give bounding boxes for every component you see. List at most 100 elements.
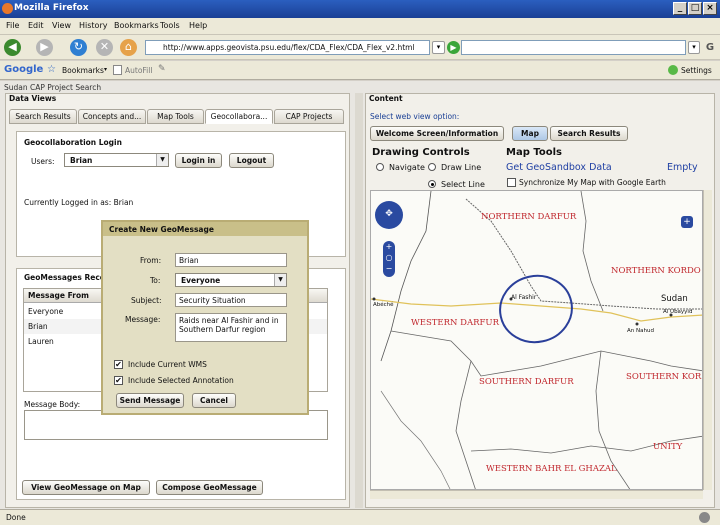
map-vertical-scrollbar[interactable] bbox=[703, 190, 712, 490]
pencil-icon[interactable]: ✎ bbox=[158, 64, 166, 74]
layer-switcher-icon[interactable]: + bbox=[681, 216, 693, 228]
sync-checkbox[interactable] bbox=[507, 178, 516, 187]
tab-cap-projects[interactable]: CAP Projects bbox=[274, 109, 344, 124]
tab-search-results[interactable]: Search Results bbox=[9, 109, 77, 124]
draw-line-radio[interactable] bbox=[428, 163, 436, 171]
to-select-value: Everyone bbox=[181, 276, 221, 285]
reload-icon[interactable]: ↻ bbox=[70, 39, 87, 56]
title-bar: Mozilla Firefox _ □ × bbox=[0, 0, 720, 18]
label-an-nahud: An Nahud bbox=[627, 328, 654, 334]
subject-field[interactable]: Security Situation bbox=[175, 293, 287, 307]
users-select[interactable]: Brian ▼ bbox=[64, 153, 169, 167]
panel-divider[interactable] bbox=[355, 93, 363, 508]
menu-edit[interactable]: Edit bbox=[28, 21, 44, 30]
state-border bbox=[380, 390, 451, 489]
include-wms-checkbox[interactable]: ✔ bbox=[114, 360, 123, 369]
label-unity: UNITY bbox=[653, 442, 683, 452]
select-line-label: Select Line bbox=[441, 180, 485, 189]
autofill-icon bbox=[113, 65, 122, 75]
star-icon[interactable]: ☆ bbox=[47, 64, 56, 75]
google-toolbar: Google ☆ Bookmarks ▾ AutoFill ✎ Settings bbox=[0, 61, 720, 80]
stop-icon[interactable]: ✕ bbox=[96, 39, 113, 56]
login-title: Geocollaboration Login bbox=[24, 138, 122, 147]
tab-map-tools[interactable]: Map Tools bbox=[147, 109, 204, 124]
login-status: Currently Logged in as: Brian bbox=[24, 198, 134, 207]
navigate-label: Navigate bbox=[389, 163, 425, 172]
cancel-button[interactable]: Cancel bbox=[192, 393, 236, 408]
include-annotation-label: Include Selected Annotation bbox=[128, 376, 234, 385]
home-icon[interactable]: ⌂ bbox=[120, 39, 137, 56]
login-button[interactable]: Login in bbox=[175, 153, 222, 168]
send-message-button[interactable]: Send Message bbox=[116, 393, 184, 408]
url-dropdown-icon[interactable]: ▾ bbox=[432, 41, 445, 54]
state-border bbox=[455, 360, 476, 489]
app-title: Sudan CAP Project Search bbox=[4, 83, 102, 92]
empty-link[interactable]: Empty bbox=[667, 162, 698, 173]
select-line-radio[interactable] bbox=[428, 180, 436, 188]
map-svg: NORTHERN DARFUR NORTHERN KORDO WESTERN D… bbox=[371, 191, 702, 489]
label-west-darfur: WESTERN DARFUR bbox=[411, 318, 500, 328]
maximize-button[interactable]: □ bbox=[688, 2, 702, 15]
google-logo: Google bbox=[4, 64, 44, 75]
close-button[interactable]: × bbox=[703, 2, 717, 15]
compose-geomessage-button[interactable]: Compose GeoMessage bbox=[156, 480, 263, 495]
welcome-screen-button[interactable]: Welcome Screen/Information bbox=[370, 126, 504, 141]
logout-button[interactable]: Logout bbox=[229, 153, 274, 168]
map-view[interactable]: NORTHERN DARFUR NORTHERN KORDO WESTERN D… bbox=[370, 190, 703, 490]
tab-concepts[interactable]: Concepts and... bbox=[78, 109, 146, 124]
from-field[interactable]: Brian bbox=[175, 253, 287, 267]
search-input[interactable] bbox=[461, 40, 686, 55]
data-views-title: Data Views bbox=[9, 94, 57, 103]
state-border bbox=[580, 191, 604, 312]
to-select[interactable]: Everyone ▼ bbox=[175, 273, 287, 287]
label-north-kordofan: NORTHERN KORDO bbox=[611, 266, 701, 276]
view-geomessage-button[interactable]: View GeoMessage on Map bbox=[22, 480, 150, 495]
firefox-icon bbox=[2, 3, 13, 14]
menu-bookmarks[interactable]: Bookmarks bbox=[114, 21, 159, 30]
chevron-down-icon: ▼ bbox=[156, 154, 168, 166]
label-abeche: Abéché bbox=[373, 301, 394, 308]
zoom-control[interactable]: + ○ − bbox=[383, 241, 395, 277]
pan-control-icon[interactable]: ✥ bbox=[375, 201, 403, 229]
search-engine-icon[interactable]: G bbox=[702, 40, 718, 56]
include-annotation-checkbox[interactable]: ✔ bbox=[114, 376, 123, 385]
menu-help[interactable]: Help bbox=[189, 21, 207, 30]
back-icon[interactable]: ◀ bbox=[4, 39, 21, 56]
navigate-radio[interactable] bbox=[376, 163, 384, 171]
minimize-button[interactable]: _ bbox=[673, 2, 687, 15]
forward-icon[interactable]: ▶ bbox=[36, 39, 53, 56]
annotation-circle[interactable] bbox=[494, 269, 578, 349]
autofill-button[interactable]: AutoFill bbox=[125, 66, 152, 75]
map-button[interactable]: Map bbox=[512, 126, 548, 141]
dialog-title: Create New GeoMessage bbox=[103, 222, 307, 236]
message-body-label: Message Body: bbox=[24, 400, 81, 409]
bookmarks-button[interactable]: Bookmarks bbox=[62, 66, 104, 75]
menu-view[interactable]: View bbox=[52, 21, 71, 30]
go-icon[interactable]: ▶ bbox=[447, 41, 460, 54]
status-bar: Done bbox=[0, 509, 720, 525]
users-select-value: Brian bbox=[70, 156, 93, 165]
include-wms-label: Include Current WMS bbox=[128, 360, 207, 369]
search-results-button[interactable]: Search Results bbox=[550, 126, 628, 141]
search-dropdown-icon[interactable]: ▾ bbox=[688, 41, 700, 54]
view-option-label: Select web view option: bbox=[370, 112, 460, 121]
menu-history[interactable]: History bbox=[79, 21, 107, 30]
chevron-down-icon: ▼ bbox=[274, 274, 286, 286]
state-border bbox=[390, 330, 702, 377]
label-west-bahr: WESTERN BAHR EL GHAZAL bbox=[486, 464, 617, 474]
menu-tools[interactable]: Tools bbox=[160, 21, 180, 30]
label-al-fashir: Al Fashir bbox=[511, 294, 537, 301]
city-marker bbox=[372, 297, 376, 301]
label-al-ubayyid: Al Ubayyid bbox=[663, 309, 692, 315]
map-tools-title: Map Tools bbox=[506, 147, 562, 158]
tab-geocollaboration[interactable]: Geocollabora... bbox=[205, 109, 273, 124]
chevron-down-icon[interactable]: ▾ bbox=[104, 66, 107, 73]
message-field[interactable]: Raids near Al Fashir and in Southern Dar… bbox=[175, 313, 287, 342]
settings-button[interactable]: Settings bbox=[681, 66, 712, 75]
map-horizontal-scrollbar[interactable] bbox=[370, 490, 703, 499]
row-from: Lauren bbox=[28, 337, 54, 346]
menu-file[interactable]: File bbox=[6, 21, 19, 30]
status-text: Done bbox=[6, 513, 26, 522]
url-bar[interactable]: http://www.apps.geovista.psu.edu/flex/CD… bbox=[145, 40, 430, 55]
get-geosandbox-link[interactable]: Get GeoSandbox Data bbox=[506, 162, 612, 173]
